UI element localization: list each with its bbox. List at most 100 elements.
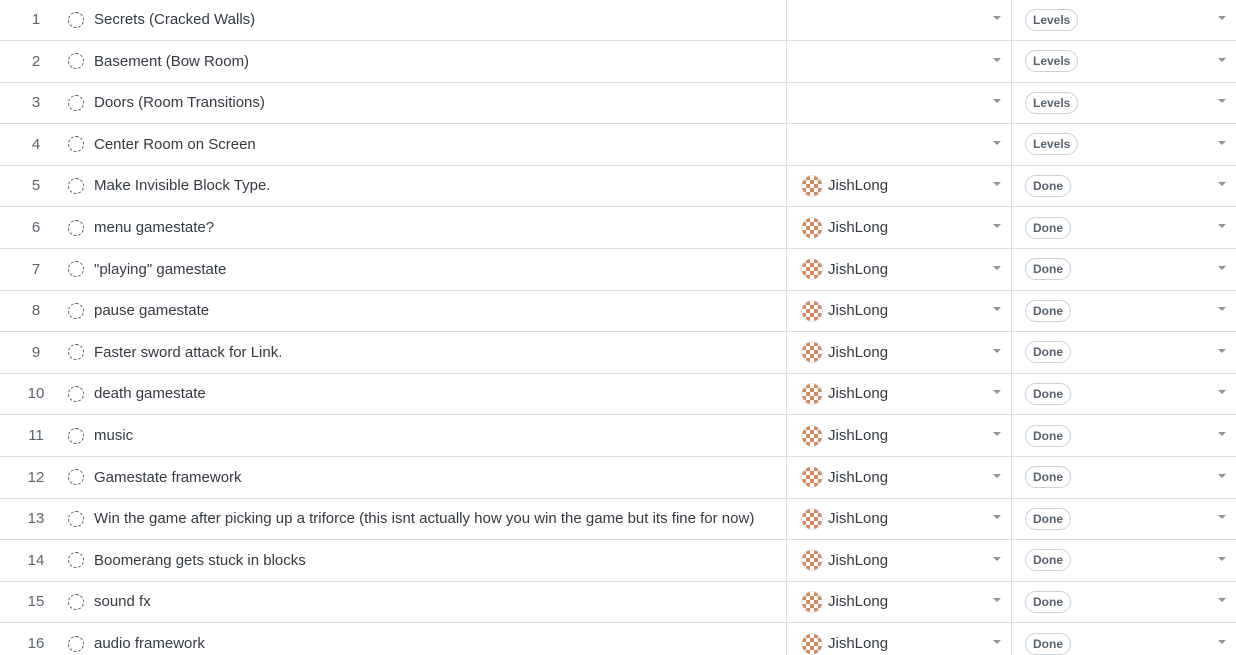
chevron-down-icon[interactable] <box>1218 265 1226 270</box>
title-cell[interactable]: pause gamestate <box>60 290 787 332</box>
title-cell[interactable]: Make Invisible Block Type. <box>60 165 787 207</box>
table-row[interactable]: 2 Basement (Bow Room) Levels <box>0 40 1236 83</box>
issue-title[interactable]: pause gamestate <box>94 302 209 319</box>
assignee-cell[interactable]: JishLong <box>788 331 1012 373</box>
title-cell[interactable]: Win the game after picking up a triforce… <box>60 498 787 540</box>
status-cell[interactable]: Levels <box>1013 124 1236 165</box>
title-cell[interactable]: "playing" gamestate <box>60 248 787 290</box>
table-row[interactable]: 16 audio framework JishLong Done <box>0 623 1236 655</box>
chevron-down-icon[interactable] <box>993 556 1001 561</box>
table-row[interactable]: 4 Center Room on Screen Levels <box>0 123 1236 166</box>
status-cell[interactable]: Levels <box>1013 41 1236 82</box>
issue-title[interactable]: sound fx <box>94 593 151 610</box>
title-cell[interactable]: Gamestate framework <box>60 456 787 498</box>
title-cell[interactable]: Secrets (Cracked Walls) <box>60 0 787 40</box>
status-cell[interactable]: Done <box>1013 415 1236 456</box>
table-row[interactable]: 5 Make Invisible Block Type. JishLong Done <box>0 165 1236 208</box>
table-row[interactable]: 10 death gamestate JishLong Done <box>0 373 1236 416</box>
assignee-cell[interactable]: JishLong <box>788 539 1012 581</box>
assignee-cell[interactable] <box>788 82 1012 124</box>
table-row[interactable]: 8 pause gamestate JishLong Done <box>0 290 1236 333</box>
issue-title[interactable]: Boomerang gets stuck in blocks <box>94 552 306 569</box>
chevron-down-icon[interactable] <box>1218 432 1226 436</box>
chevron-down-icon[interactable] <box>1218 99 1226 104</box>
assignee-cell[interactable]: JishLong <box>788 290 1012 332</box>
issue-title[interactable]: death gamestate <box>94 385 206 402</box>
issue-title[interactable]: Faster sword attack for Link. <box>94 344 282 361</box>
issue-title[interactable]: "playing" gamestate <box>94 261 226 278</box>
status-cell[interactable]: Done <box>1013 373 1236 414</box>
status-cell[interactable]: Done <box>1013 540 1236 581</box>
assignee-cell[interactable] <box>788 40 1012 82</box>
issue-title[interactable]: audio framework <box>94 635 205 652</box>
chevron-down-icon[interactable] <box>993 473 1001 478</box>
chevron-down-icon[interactable] <box>1218 515 1226 520</box>
chevron-down-icon[interactable] <box>1218 307 1226 312</box>
table-row[interactable]: 1 Secrets (Cracked Walls) Levels <box>0 0 1236 41</box>
title-cell[interactable]: Doors (Room Transitions) <box>60 82 787 124</box>
chevron-down-icon[interactable] <box>993 99 1001 104</box>
chevron-down-icon[interactable] <box>993 390 1001 395</box>
table-row[interactable]: 14 Boomerang gets stuck in blocks JishLong… <box>0 539 1236 582</box>
assignee-cell[interactable] <box>788 123 1012 165</box>
status-cell[interactable]: Done <box>1013 457 1236 498</box>
chevron-down-icon[interactable] <box>993 515 1001 520</box>
issue-title[interactable]: Gamestate framework <box>94 469 242 486</box>
title-cell[interactable]: Faster sword attack for Link. <box>60 331 787 373</box>
chevron-down-icon[interactable] <box>993 432 1001 436</box>
status-cell[interactable]: Done <box>1013 165 1236 206</box>
status-cell[interactable]: Levels <box>1013 0 1236 40</box>
chevron-down-icon[interactable] <box>993 182 1001 187</box>
issue-title[interactable]: music <box>94 427 133 444</box>
chevron-down-icon[interactable] <box>1218 640 1226 644</box>
table-row[interactable]: 7 "playing" gamestate JishLong Done <box>0 248 1236 291</box>
issue-title[interactable]: Make Invisible Block Type. <box>94 177 270 194</box>
chevron-down-icon[interactable] <box>1218 182 1226 187</box>
table-row[interactable]: 9 Faster sword attack for Link. JishLong Do… <box>0 331 1236 374</box>
table-row[interactable]: 3 Doors (Room Transitions) Levels <box>0 82 1236 125</box>
status-cell[interactable]: Done <box>1013 498 1236 539</box>
assignee-cell[interactable]: JishLong <box>788 498 1012 540</box>
title-cell[interactable]: menu gamestate? <box>60 207 787 248</box>
chevron-down-icon[interactable] <box>1218 224 1226 228</box>
title-cell[interactable]: Basement (Bow Room) <box>60 40 787 82</box>
status-cell[interactable]: Done <box>1013 581 1236 622</box>
chevron-down-icon[interactable] <box>993 224 1001 228</box>
issue-title[interactable]: Center Room on Screen <box>94 136 256 153</box>
chevron-down-icon[interactable] <box>1218 473 1226 478</box>
issue-title[interactable]: Win the game after picking up a triforce… <box>94 510 754 527</box>
status-cell[interactable]: Done <box>1013 207 1236 248</box>
assignee-cell[interactable]: JishLong <box>788 415 1012 456</box>
issue-title[interactable]: Secrets (Cracked Walls) <box>94 11 255 28</box>
chevron-down-icon[interactable] <box>993 265 1001 270</box>
issue-title[interactable]: Basement (Bow Room) <box>94 53 249 70</box>
chevron-down-icon[interactable] <box>993 307 1001 312</box>
table-row[interactable]: 13 Win the game after picking up a trifor… <box>0 498 1236 541</box>
chevron-down-icon[interactable] <box>1218 140 1226 145</box>
table-row[interactable]: 15 sound fx JishLong Done <box>0 581 1236 624</box>
chevron-down-icon[interactable] <box>993 598 1001 603</box>
table-row[interactable]: 6 menu gamestate? JishLong Done <box>0 207 1236 249</box>
issue-title[interactable]: Doors (Room Transitions) <box>94 94 265 111</box>
chevron-down-icon[interactable] <box>1218 16 1226 20</box>
assignee-cell[interactable]: JishLong <box>788 373 1012 415</box>
issue-title[interactable]: menu gamestate? <box>94 219 214 236</box>
assignee-cell[interactable]: JishLong <box>788 581 1012 623</box>
status-cell[interactable]: Done <box>1013 249 1236 290</box>
chevron-down-icon[interactable] <box>993 57 1001 62</box>
chevron-down-icon[interactable] <box>1218 556 1226 561</box>
title-cell[interactable]: sound fx <box>60 581 787 623</box>
chevron-down-icon[interactable] <box>993 140 1001 145</box>
status-cell[interactable]: Done <box>1013 290 1236 331</box>
chevron-down-icon[interactable] <box>993 640 1001 644</box>
assignee-cell[interactable]: JishLong <box>788 248 1012 290</box>
status-cell[interactable]: Done <box>1013 623 1236 655</box>
title-cell[interactable]: music <box>60 415 787 456</box>
chevron-down-icon[interactable] <box>1218 598 1226 603</box>
status-cell[interactable]: Done <box>1013 332 1236 373</box>
title-cell[interactable]: death gamestate <box>60 373 787 415</box>
status-cell[interactable]: Levels <box>1013 82 1236 123</box>
assignee-cell[interactable]: JishLong <box>788 623 1012 655</box>
chevron-down-icon[interactable] <box>993 348 1001 353</box>
assignee-cell[interactable]: JishLong <box>788 165 1012 207</box>
